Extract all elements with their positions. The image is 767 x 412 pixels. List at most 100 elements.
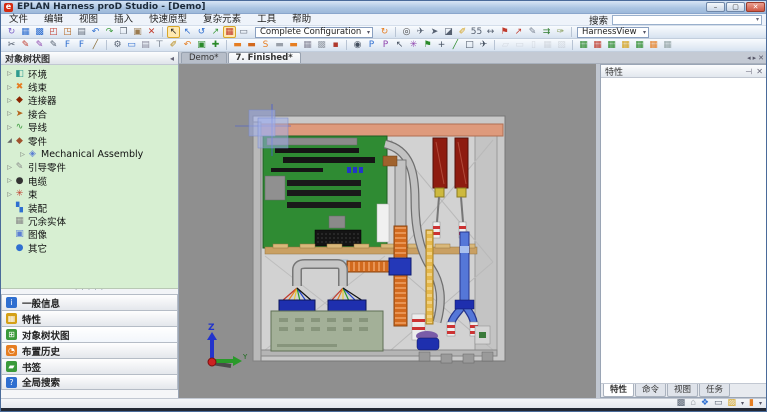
table-view3-icon[interactable]: ▦ — [605, 39, 618, 51]
tree-item-bundles[interactable]: ▷✳束 — [1, 188, 178, 201]
search-input[interactable]: ▾ — [612, 15, 762, 25]
save-icon[interactable]: ▦ — [19, 26, 32, 38]
add2-icon[interactable]: + — [435, 39, 448, 51]
tree-expander-icon[interactable]: ▷ — [5, 191, 14, 198]
tree-item-redundant-entities[interactable]: ▦冗余实体 — [1, 214, 178, 227]
menu-edit[interactable]: 编辑 — [36, 14, 71, 26]
report-flag-icon[interactable]: ⚑ — [498, 26, 511, 38]
dimension-icon[interactable]: 55 — [470, 26, 483, 38]
tree-expander-icon[interactable]: ◢ — [5, 137, 14, 144]
table-view6-icon[interactable]: ▦ — [647, 39, 660, 51]
material-icon-caret[interactable]: ▾ — [759, 400, 762, 407]
tree-expander-icon[interactable]: ▷ — [5, 164, 14, 171]
plane2-icon[interactable]: ✈ — [477, 39, 490, 51]
add-green-icon[interactable]: ✚ — [209, 39, 222, 51]
general-info-button[interactable]: i一般信息 — [1, 294, 178, 310]
tree-expander-icon[interactable]: ▷ — [5, 177, 14, 184]
tree-expander-icon[interactable]: ▷ — [5, 124, 14, 131]
tab-tasks[interactable]: 任务 — [699, 384, 730, 397]
minimize-button[interactable]: – — [706, 2, 725, 12]
close-button[interactable]: ✕ — [746, 2, 765, 12]
tree-expander-icon[interactable]: ▷ — [5, 84, 14, 91]
redo-icon[interactable]: ↷ — [103, 26, 116, 38]
pin-p1-icon[interactable]: P — [365, 39, 378, 51]
hanger-icon[interactable]: ⊤ — [153, 39, 166, 51]
tree-item-mechanical-assembly[interactable]: ▷◈Mechanical Assembly — [1, 147, 178, 160]
undo-icon[interactable]: ↶ — [89, 26, 102, 38]
print-icon[interactable]: ▤ — [75, 26, 88, 38]
tree-item-cables[interactable]: ▷●电缆 — [1, 174, 178, 187]
tree-expander-icon[interactable]: ▷ — [5, 110, 14, 117]
material-icon[interactable]: ▮ — [749, 399, 754, 408]
line-green-icon[interactable]: ╱ — [449, 39, 462, 51]
tabs-scroll-left-icon[interactable]: ◂ — [747, 54, 751, 62]
zoom-window-icon[interactable]: ▭ — [714, 399, 723, 408]
menu-file[interactable]: 文件 — [1, 14, 36, 26]
configuration-combobox-caret-icon[interactable]: ▾ — [363, 29, 370, 36]
lock-icon[interactable]: ▩ — [315, 39, 328, 51]
settings-icon[interactable]: ⚙ — [111, 39, 124, 51]
flag-b2-icon[interactable]: F — [75, 39, 88, 51]
tab-demo[interactable]: Demo* — [181, 52, 227, 63]
properties-button[interactable]: ▦特性 — [1, 310, 178, 326]
menu-rapid-prototyping[interactable]: 快速原型 — [141, 14, 195, 26]
pen-red-icon[interactable]: ✎ — [19, 39, 32, 51]
stamp-icon[interactable]: ▪ — [329, 39, 342, 51]
attach-icon[interactable]: ✑ — [554, 26, 567, 38]
orbit-icon[interactable]: ↺ — [195, 26, 208, 38]
placement-history-button[interactable]: ◔布置历史 — [1, 342, 178, 358]
cut-route-icon[interactable]: ✂ — [5, 39, 18, 51]
flag-b1-icon[interactable]: F — [61, 39, 74, 51]
close-panel-icon[interactable]: ✕ — [756, 67, 763, 76]
motherboard[interactable] — [263, 136, 389, 248]
tree-expander-icon[interactable]: ▷ — [5, 97, 14, 104]
menu-help[interactable]: 帮助 — [284, 14, 319, 26]
select-icon[interactable]: ↖ — [167, 26, 180, 38]
object-tree-button[interactable]: ⊞对象树状图 — [1, 326, 178, 342]
pen-violet-icon[interactable]: ✎ — [33, 39, 46, 51]
rect-icon[interactable]: □ — [463, 39, 476, 51]
tree-item-environments[interactable]: ▷◧环境 — [1, 67, 178, 80]
tree-item-harnesses[interactable]: ▷✖线束 — [1, 80, 178, 93]
copy-icon[interactable]: ❐ — [117, 26, 130, 38]
view-combobox[interactable]: HarnessView▾ — [577, 27, 649, 38]
tab-commands[interactable]: 命令 — [635, 384, 666, 397]
printer2-icon[interactable]: ▤ — [139, 39, 152, 51]
export-icon[interactable]: ◰ — [47, 26, 60, 38]
spray-icon[interactable]: ✳ — [407, 39, 420, 51]
measure-icon[interactable]: ✐ — [456, 26, 469, 38]
compare-icon[interactable]: ⇉ — [540, 26, 553, 38]
tabs-close-icon[interactable]: ✕ — [758, 54, 764, 62]
maximize-button[interactable]: ▢ — [726, 2, 745, 12]
refresh-project-icon[interactable]: ↻ — [5, 26, 18, 38]
eye-icon[interactable]: ◉ — [351, 39, 364, 51]
tree-item-parts[interactable]: ◢◆零件 — [1, 134, 178, 147]
tree-item-images[interactable]: ▣图像 — [1, 228, 178, 241]
pen-dark-icon[interactable]: ✎ — [47, 39, 60, 51]
menu-insert[interactable]: 插入 — [106, 14, 141, 26]
tree-item-splices[interactable]: ▷➤接合 — [1, 107, 178, 120]
3d-viewport[interactable]: Z Y — [179, 64, 596, 398]
tab-finished[interactable]: 7. Finished* — [228, 52, 301, 63]
slash-icon[interactable]: ╱ — [89, 39, 102, 51]
pencil-icon[interactable]: ✐ — [167, 39, 180, 51]
table-icon[interactable]: ▦ — [301, 39, 314, 51]
pin-p2-icon[interactable]: P — [379, 39, 392, 51]
flag-green-icon[interactable]: ⚑ — [421, 39, 434, 51]
tab-views[interactable]: 视图 — [667, 384, 698, 397]
distance-icon[interactable]: ↔ — [484, 26, 497, 38]
background-color-icon-caret[interactable]: ▾ — [741, 400, 744, 407]
tree-item-others[interactable]: ●其它 — [1, 241, 178, 254]
tree-item-guiding-parts[interactable]: ▷✎引导零件 — [1, 161, 178, 174]
home-view-icon[interactable]: ⌂ — [690, 399, 696, 408]
render-settings-icon[interactable]: ▩ — [677, 399, 686, 408]
sync-icon[interactable]: ↻ — [378, 26, 391, 38]
tree-item-connectors[interactable]: ▷◆连接器 — [1, 94, 178, 107]
import-icon[interactable]: ◳ — [61, 26, 74, 38]
tabs-scroll-right-icon[interactable]: ▸ — [753, 54, 757, 62]
bundle2-icon[interactable]: ▬ — [245, 39, 258, 51]
save-all-icon[interactable]: ▩ — [33, 26, 46, 38]
tab-properties[interactable]: 特性 — [603, 384, 634, 397]
wrap-icon[interactable]: ▬ — [287, 39, 300, 51]
table-view1-icon[interactable]: ▦ — [577, 39, 590, 51]
